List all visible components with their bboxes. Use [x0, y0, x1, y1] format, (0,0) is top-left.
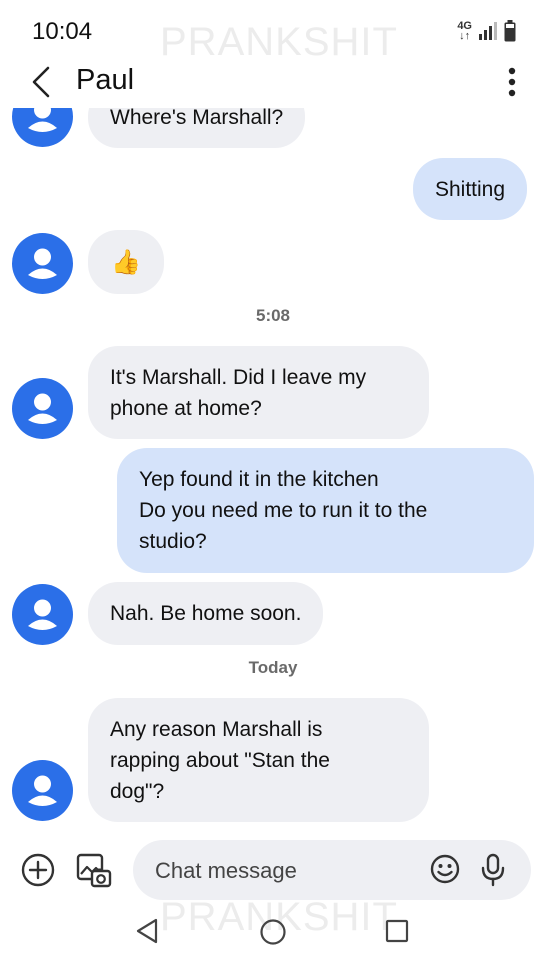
status-icons: 4G ↓↑: [457, 20, 516, 42]
message-list[interactable]: Where's Marshall? Shitting 👍 5:08 It's M…: [0, 108, 546, 828]
message-bubble-incoming[interactable]: It's Marshall. Did I leave my phone at h…: [88, 346, 429, 439]
more-vert-icon: [508, 67, 516, 97]
message-bubble-incoming[interactable]: 👍: [88, 230, 164, 294]
nav-back-icon: [136, 918, 158, 944]
chat-message-input[interactable]: Chat message: [133, 840, 531, 900]
back-arrow-icon: [32, 66, 50, 98]
contact-avatar[interactable]: [12, 108, 73, 147]
person-icon: [28, 599, 57, 630]
status-time: 10:04: [32, 18, 93, 45]
person-icon: [28, 108, 57, 132]
message-composer: Chat message: [0, 840, 546, 902]
signal-icon: [479, 22, 497, 40]
system-navigation-bar: PRANKSHIT: [0, 895, 546, 960]
conversation-header: Paul: [0, 58, 546, 108]
emoji-button[interactable]: [429, 853, 461, 890]
message-bubble-incoming[interactable]: Nah. Be home soon.: [88, 582, 324, 645]
message-bubble-outgoing[interactable]: Shitting: [413, 158, 528, 220]
message-timestamp: Today: [248, 658, 298, 677]
message-bubble-incoming[interactable]: Where's Marshall?: [88, 108, 306, 148]
battery-icon: [504, 20, 516, 42]
status-bar: 10:04 PRANKSHIT 4G ↓↑: [0, 0, 546, 64]
network-indicator: 4G ↓↑: [457, 20, 472, 42]
message-timestamp: 5:08: [255, 306, 291, 325]
contact-name[interactable]: Paul: [76, 64, 134, 97]
chat-input-placeholder: Chat message: [155, 858, 297, 883]
more-options-button[interactable]: [498, 64, 526, 100]
mic-icon: [481, 853, 505, 887]
person-icon: [28, 248, 57, 279]
person-icon: [28, 393, 57, 424]
contact-avatar[interactable]: [12, 233, 73, 294]
add-circle-icon: [21, 853, 55, 887]
message-bubble-incoming[interactable]: Any reason Marshall is rapping about "St…: [88, 698, 429, 822]
nav-home-button[interactable]: [259, 918, 287, 951]
add-attachment-button[interactable]: [20, 852, 56, 893]
gallery-button[interactable]: [75, 852, 113, 895]
nav-recents-icon: [385, 919, 409, 943]
person-icon: [28, 775, 57, 806]
contact-avatar[interactable]: [12, 378, 73, 439]
contact-avatar[interactable]: [12, 584, 73, 645]
gallery-icon: [76, 853, 112, 888]
voice-input-button[interactable]: [480, 853, 506, 892]
nav-back-button[interactable]: [134, 918, 160, 949]
back-button[interactable]: [26, 64, 62, 100]
message-bubble-outgoing[interactable]: Yep found it in the kitchen Do you need …: [117, 448, 534, 573]
emoji-icon: [430, 854, 460, 884]
nav-recents-button[interactable]: [385, 919, 409, 948]
nav-home-icon: [260, 919, 286, 945]
data-arrows-icon: ↓↑: [459, 30, 471, 42]
contact-avatar[interactable]: [12, 760, 73, 821]
